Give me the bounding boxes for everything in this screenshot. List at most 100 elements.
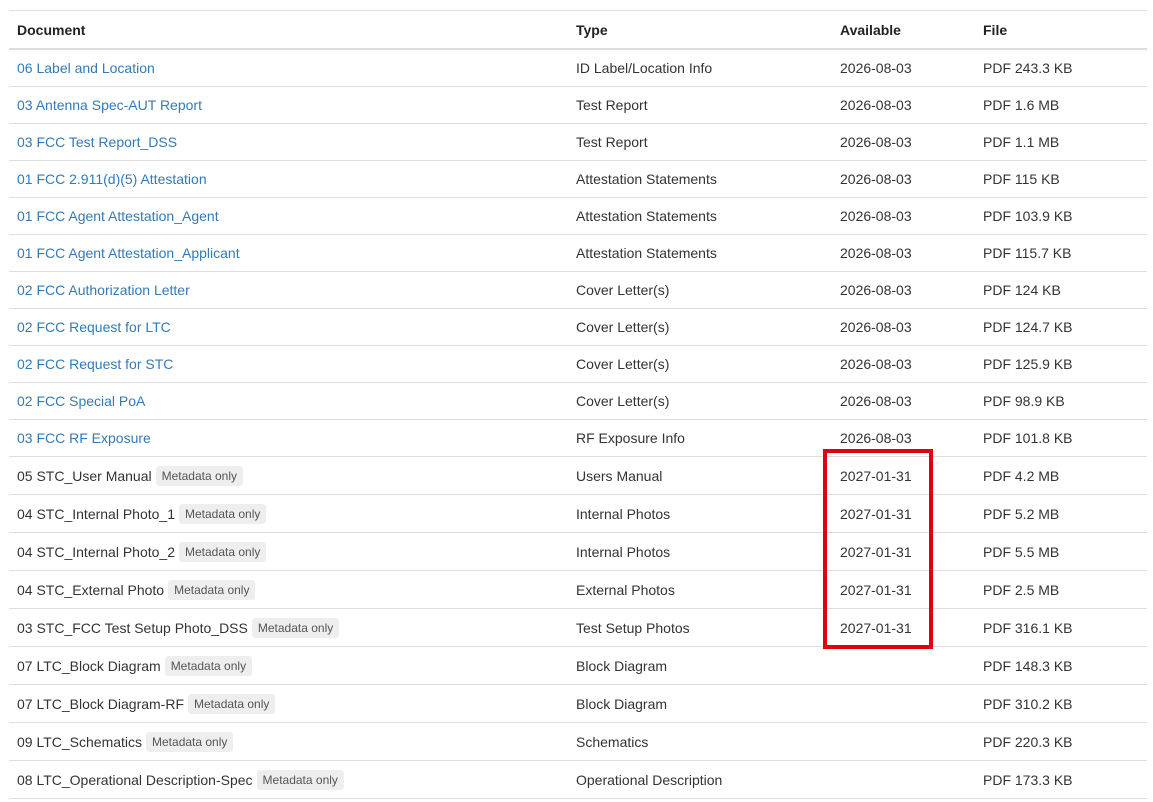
cell-type: Cover Letter(s) (576, 393, 670, 409)
cell-available: 2026-08-03 (840, 319, 912, 335)
cell-type: ID Label/Location Info (576, 60, 713, 76)
cell-available: 2026-08-03 (840, 60, 912, 76)
cell-type: Users Manual (576, 467, 663, 484)
cell-file: PDF 4.2 MB (983, 467, 1060, 484)
document-name: 05 STC_User Manual (17, 467, 152, 484)
header-document: Document (17, 21, 86, 38)
document-link[interactable]: 03 Antenna Spec-AUT Report (17, 97, 202, 113)
cell-type: Test Report (576, 134, 648, 150)
cell-document: 04 STC_Internal Photo_1 Metadata only (9, 503, 568, 524)
document-link[interactable]: 02 FCC Request for STC (17, 356, 173, 372)
cell-file: PDF 243.3 KB (983, 60, 1073, 76)
cell-type: Attestation Statements (576, 245, 717, 261)
cell-type: Test Setup Photos (576, 619, 690, 636)
cell-file: PDF 310.2 KB (983, 695, 1073, 712)
document-name: 04 STC_Internal Photo_2 (17, 543, 175, 560)
cell-type: Internal Photos (576, 543, 671, 560)
metadata-only-badge: Metadata only (155, 465, 244, 486)
cell-available: 2026-08-03 (840, 430, 912, 446)
cell-type: Block Diagram (576, 657, 668, 674)
document-name: 04 STC_External Photo (17, 581, 165, 598)
table-row: 02 FCC Request for LTC Cover Letter(s) 202… (9, 309, 1147, 346)
cell-file: PDF 125.9 KB (983, 356, 1073, 372)
cell-file: PDF 316.1 KB (983, 619, 1073, 636)
cell-type: External Photos (576, 581, 675, 598)
table-row: 03 FCC RF Exposure RF Exposure Info 2026-0… (9, 420, 1147, 457)
cell-file: PDF 220.3 KB (983, 733, 1073, 750)
table-row: 02 FCC Request for STC Cover Letter(s) 202… (9, 346, 1147, 383)
cell-available: 2026-08-03 (840, 393, 912, 409)
metadata-only-badge: Metadata only (251, 617, 340, 638)
table-row: 04 STC_Internal Photo_1 Metadata only Inte… (9, 495, 1147, 533)
cell-file: PDF 148.3 KB (983, 657, 1073, 674)
document-link[interactable]: 06 Label and Location (17, 60, 155, 76)
cell-available: 2026-08-03 (840, 171, 912, 187)
cell-file: PDF 173.3 KB (983, 771, 1073, 788)
document-link[interactable]: 01 FCC Agent Attestation_Applicant (17, 245, 240, 261)
cell-type: Cover Letter(s) (576, 282, 670, 298)
table-row: 02 FCC Special PoA Cover Letter(s) 2026-08… (9, 383, 1147, 420)
cell-file: PDF 124.7 KB (983, 319, 1073, 335)
cell-document: 04 STC_External Photo Metadata only (9, 579, 568, 600)
documents-table: Document Type Available File 06 Label an… (9, 10, 1147, 799)
table-row: 07 LTC_Block Diagram-RF Metadata only Bloc… (9, 685, 1147, 723)
metadata-only-badge: Metadata only (188, 693, 276, 714)
cell-file: PDF 98.9 KB (983, 393, 1065, 409)
cell-available: 2027-01-31 (840, 543, 912, 560)
table-row: 03 FCC Test Report_DSS Test Report 2026-08… (9, 124, 1147, 161)
cell-type: Internal Photos (576, 505, 671, 522)
cell-type: Attestation Statements (576, 171, 717, 187)
metadata-only-badge: Metadata only (256, 769, 344, 790)
cell-type: Operational Description (576, 771, 723, 788)
cell-document: 03 FCC Test Report_DSS (9, 134, 568, 150)
document-link[interactable]: 02 FCC Special PoA (17, 393, 145, 409)
table-row: 01 FCC 2.911(d)(5) Attestation Attestatio… (9, 161, 1147, 198)
table-row: 05 STC_User Manual Metadata only Users Man… (9, 457, 1147, 495)
cell-available: 2026-08-03 (840, 245, 912, 261)
header-type: Type (576, 21, 608, 38)
metadata-only-badge: Metadata only (146, 731, 234, 752)
table-row: 07 LTC_Block Diagram Metadata only Block D… (9, 647, 1147, 685)
document-name: 03 STC_FCC Test Setup Photo_DSS (17, 619, 248, 636)
cell-file: PDF 124 KB (983, 282, 1061, 298)
table-body: 06 Label and Location ID Label/Location I… (9, 50, 1147, 799)
cell-file: PDF 5.5 MB (983, 543, 1060, 560)
cell-file: PDF 115 KB (983, 171, 1060, 187)
cell-available: 2026-08-03 (840, 97, 912, 113)
cell-type: Attestation Statements (576, 208, 717, 224)
document-link[interactable]: 03 FCC RF Exposure (17, 430, 151, 446)
cell-document: 03 FCC RF Exposure (9, 430, 568, 446)
document-link[interactable]: 02 FCC Authorization Letter (17, 282, 190, 298)
cell-file: PDF 101.8 KB (983, 430, 1073, 446)
cell-available: 2026-08-03 (840, 282, 912, 298)
cell-file: PDF 103.9 KB (983, 208, 1073, 224)
cell-document: 02 FCC Request for STC (9, 356, 568, 372)
document-link[interactable]: 01 FCC 2.911(d)(5) Attestation (17, 171, 207, 187)
cell-document: 09 LTC_Schematics Metadata only (9, 731, 568, 752)
document-name: 08 LTC_Operational Description-Spec (17, 771, 253, 788)
table-row: 04 STC_External Photo Metadata only Extern… (9, 571, 1147, 609)
cell-document: 01 FCC Agent Attestation_Applicant (9, 245, 568, 261)
document-link[interactable]: 01 FCC Agent Attestation_Agent (17, 208, 219, 224)
document-name: 07 LTC_Block Diagram (17, 657, 161, 674)
cell-document: 05 STC_User Manual Metadata only (9, 465, 568, 486)
table-row: 02 FCC Authorization Letter Cover Letter(… (9, 272, 1147, 309)
table-row: 01 FCC Agent Attestation_Applicant Attest… (9, 235, 1147, 272)
cell-available: 2026-08-03 (840, 356, 912, 372)
document-name: 09 LTC_Schematics (17, 733, 143, 750)
cell-document: 07 LTC_Block Diagram Metadata only (9, 655, 568, 676)
table-header: Document Type Available File (9, 10, 1147, 50)
cell-type: Cover Letter(s) (576, 356, 670, 372)
cell-available: 2027-01-31 (840, 505, 912, 522)
cell-file: PDF 1.1 MB (983, 134, 1060, 150)
cell-document: 08 LTC_Operational Description-Spec Metad… (9, 769, 568, 790)
table-row: 04 STC_Internal Photo_2 Metadata only Inte… (9, 533, 1147, 571)
document-link[interactable]: 03 FCC Test Report_DSS (17, 134, 177, 150)
metadata-only-badge: Metadata only (179, 503, 267, 524)
cell-document: 06 Label and Location (9, 60, 568, 76)
metadata-only-badge: Metadata only (168, 579, 256, 600)
cell-document: 07 LTC_Block Diagram-RF Metadata only (9, 693, 568, 714)
document-link[interactable]: 02 FCC Request for LTC (17, 319, 171, 335)
cell-file: PDF 115.7 KB (983, 245, 1072, 261)
cell-document: 02 FCC Special PoA (9, 393, 568, 409)
